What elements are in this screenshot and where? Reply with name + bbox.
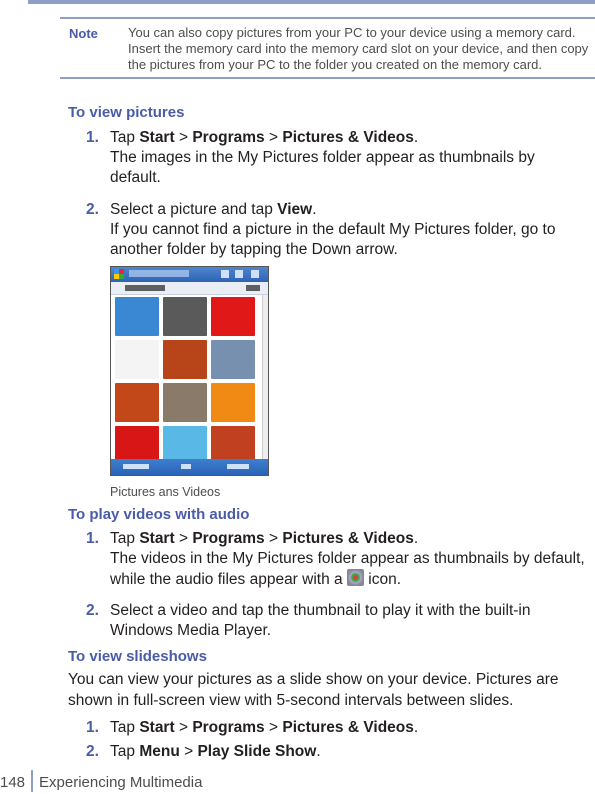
thumbnail[interactable] xyxy=(163,297,207,336)
step-number: 2. xyxy=(86,201,99,218)
separator: > xyxy=(264,719,283,736)
folder-dropdown xyxy=(125,285,165,291)
thumbnail[interactable] xyxy=(211,340,255,379)
step-text: Tap xyxy=(110,719,140,736)
list-item: 2. Tap Menu > Play Slide Show. xyxy=(86,742,586,762)
close-icon xyxy=(251,270,259,278)
softkey-camera xyxy=(123,464,149,469)
separator: > xyxy=(179,743,198,760)
thumbnail[interactable] xyxy=(115,297,159,336)
audio-file-icon xyxy=(346,569,364,586)
thumbnail[interactable] xyxy=(163,340,207,379)
thumbnail[interactable] xyxy=(163,383,207,422)
header-rule xyxy=(28,0,595,4)
softkey-bar xyxy=(111,459,268,475)
ui-term-start: Start xyxy=(139,129,175,146)
step-detail: The images in the My Pictures folder app… xyxy=(110,149,535,186)
step-detail: icon. xyxy=(363,571,402,588)
step-number: 1. xyxy=(86,129,99,146)
pictures-videos-screenshot xyxy=(110,266,269,476)
thumbnail[interactable] xyxy=(211,383,255,422)
keyboard-icon xyxy=(181,464,191,469)
punct: . xyxy=(413,129,419,146)
volume-icon xyxy=(235,270,243,278)
step-number: 2. xyxy=(86,743,99,760)
scrollbar xyxy=(262,295,268,459)
ui-term-play-slide-show: Play Slide Show xyxy=(197,743,317,760)
list-item: 1. Tap Start > Programs > Pictures & Vid… xyxy=(86,718,586,738)
step-number: 2. xyxy=(86,602,99,619)
signal-icon xyxy=(221,270,229,278)
page-number: 148 xyxy=(0,774,26,791)
footer-divider xyxy=(31,770,34,792)
note-label: Note xyxy=(69,26,98,41)
step-detail: If you cannot find a picture in the defa… xyxy=(110,221,556,258)
separator: > xyxy=(264,530,283,547)
step-text: Tap xyxy=(110,129,140,146)
windows-logo-icon xyxy=(114,269,124,279)
thumbnail[interactable] xyxy=(115,340,159,379)
step-text: Tap xyxy=(110,743,140,760)
date-sort xyxy=(246,285,260,291)
ui-term-menu: Menu xyxy=(139,743,180,760)
title-text xyxy=(129,270,189,277)
ui-term-pictures-videos: Pictures & Videos xyxy=(282,530,414,547)
punct: . xyxy=(316,743,321,760)
ui-term-programs: Programs xyxy=(192,530,265,547)
thumbnail[interactable] xyxy=(211,297,255,336)
note-text: You can also copy pictures from your PC … xyxy=(128,25,589,72)
ui-term-pictures-videos: Pictures & Videos xyxy=(282,719,414,736)
punct: . xyxy=(312,201,317,218)
softkey-menu xyxy=(227,464,249,469)
section-heading-play-videos: To play videos with audio xyxy=(68,506,250,523)
thumbnail-grid xyxy=(115,297,259,465)
ui-term-programs: Programs xyxy=(192,719,265,736)
list-item: 2. Select a video and tap the thumbnail … xyxy=(86,601,586,641)
slideshow-intro: You can view your pictures as a slide sh… xyxy=(68,671,559,709)
step-number: 1. xyxy=(86,719,99,736)
note-box: Note You can also copy pictures from you… xyxy=(60,17,595,79)
list-item: 2. Select a picture and tap View. If you… xyxy=(86,200,586,260)
section-heading-slideshows: To view slideshows xyxy=(68,648,207,665)
ui-term-programs: Programs xyxy=(192,129,265,146)
ui-term-start: Start xyxy=(139,719,175,736)
page-footer: 148 Experiencing Multimedia xyxy=(0,770,202,792)
figure-caption: Pictures ans Videos xyxy=(110,485,221,499)
ui-term-start: Start xyxy=(139,530,175,547)
punct: . xyxy=(413,530,419,547)
separator: > xyxy=(264,129,283,146)
separator: > xyxy=(174,530,193,547)
list-item: 1. Tap Start > Programs > Pictures & Vid… xyxy=(86,529,586,590)
thumbnail[interactable] xyxy=(115,383,159,422)
separator: > xyxy=(174,129,193,146)
list-item: 1. Tap Start > Programs > Pictures & Vid… xyxy=(86,128,586,188)
step-number: 1. xyxy=(86,530,99,547)
chapter-title: Experiencing Multimedia xyxy=(39,774,203,791)
step-text: Select a video and tap the thumbnail to … xyxy=(110,602,531,639)
section-heading-view-pictures: To view pictures xyxy=(68,104,185,121)
separator: > xyxy=(174,719,193,736)
ui-term-view: View xyxy=(277,201,313,218)
folder-bar xyxy=(111,282,268,295)
device-title-bar xyxy=(111,267,268,282)
step-text: Select a picture and tap xyxy=(110,201,278,218)
punct: . xyxy=(413,719,419,736)
ui-term-pictures-videos: Pictures & Videos xyxy=(282,129,414,146)
step-text: Tap xyxy=(110,530,140,547)
